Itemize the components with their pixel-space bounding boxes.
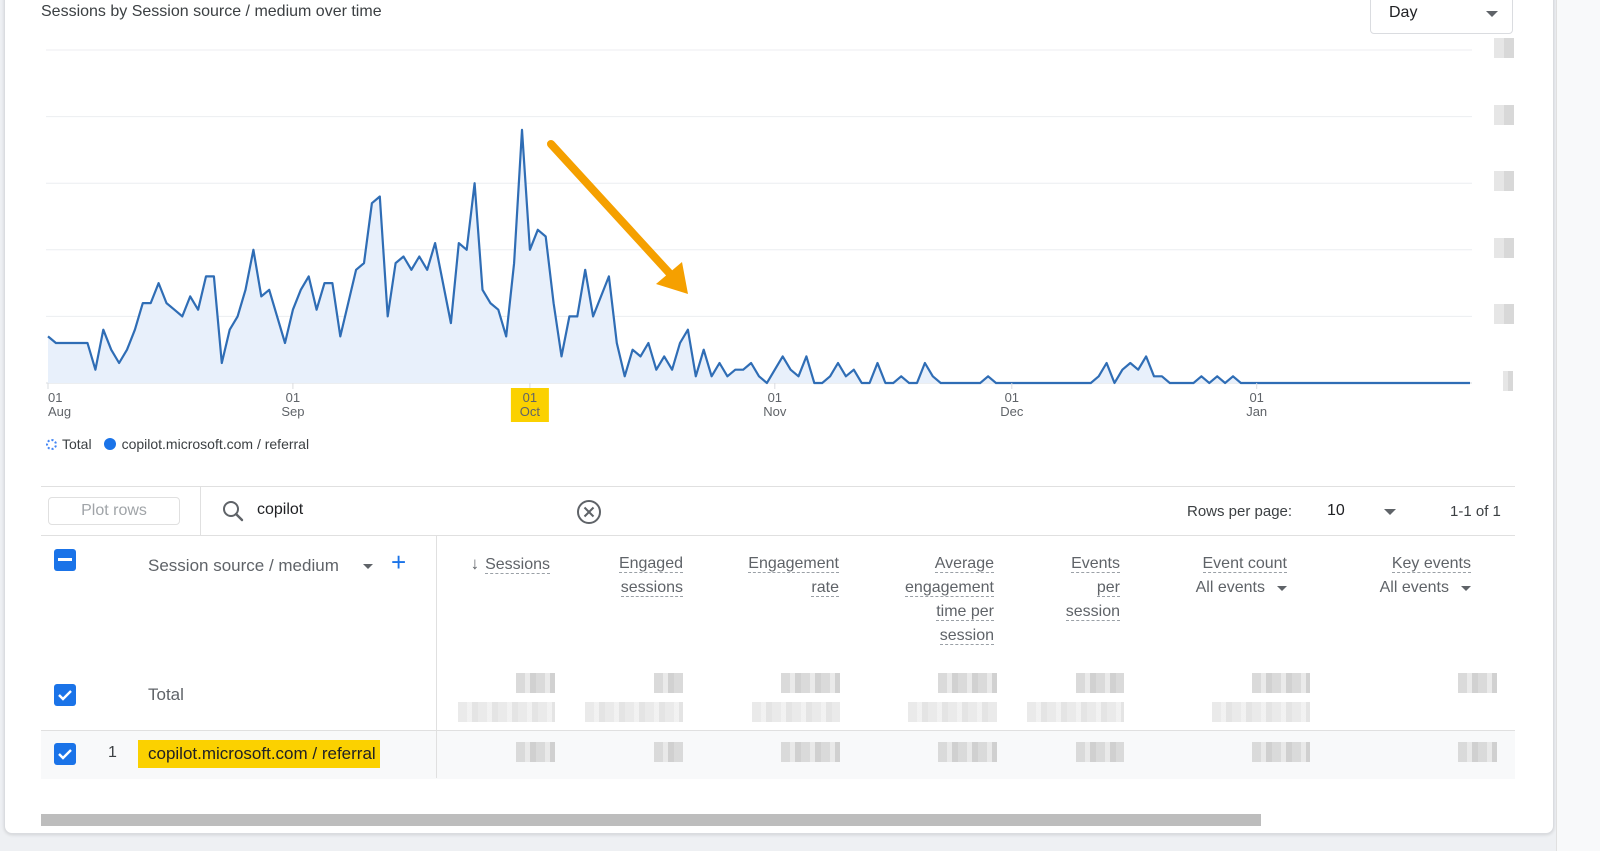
total-subvalue-redacted [908,702,997,722]
total-subvalue-redacted [1027,702,1124,722]
row-value-redacted [1252,742,1310,762]
row-value-redacted [1076,742,1124,762]
y-axis-label-redacted [1503,371,1513,391]
x-tick-month-label: Oct [520,404,541,419]
series-area-fill [48,129,1470,383]
rows-per-page-label: Rows per page: [1187,503,1293,520]
sessions-line-chart: 01Aug01Sep01Oct01Nov01Dec01Jan [46,49,1472,422]
total-value-redacted [938,673,997,693]
plot-rows-button[interactable]: Plot rows [48,497,180,525]
column-header-avg-engagement-time[interactable]: Average engagement time per session [905,552,994,648]
rows-per-page-chevron-icon[interactable] [1384,509,1396,515]
check-icon [58,690,72,701]
x-tick-day-label: 01 [523,390,537,405]
select-all-checkbox[interactable] [54,549,76,571]
row-value-redacted [654,742,683,762]
column-header-sessions[interactable]: ↓ Sessions [471,552,550,577]
column-header-events-per-session[interactable]: Events per session [1065,552,1120,624]
row-value-redacted [938,742,997,762]
y-axis-label-redacted [1494,104,1514,125]
horizontal-scrollbar[interactable] [41,814,1261,826]
chevron-down-icon [1461,585,1471,591]
column-header-engaged-sessions[interactable]: Engaged sessions [618,552,683,600]
legend-series-label: copilot.microsoft.com / referral [121,436,310,452]
check-icon [58,749,72,760]
legend-total-label: Total [62,436,92,452]
search-icon [223,501,244,522]
total-value-redacted [516,673,555,693]
total-row-checkbox[interactable] [54,684,76,706]
column-header-event-count[interactable]: Event count All events [1196,552,1287,600]
total-subvalue-redacted [585,702,683,722]
legend-total-marker-icon[interactable] [46,438,57,450]
event-count-filter-select[interactable]: All events [1196,576,1287,600]
legend-series-marker-icon[interactable] [103,438,116,450]
x-tick-month-label: Jan [1246,404,1267,419]
x-tick-month-label: Sep [281,404,304,419]
row-index: 1 [108,744,117,761]
row-value-redacted [516,742,555,762]
total-row-label: Total [148,685,184,704]
dimension-column-divider [436,535,437,778]
pagination-status: 1-1 of 1 [1450,503,1501,520]
total-value-redacted [1076,673,1124,693]
toolbar-divider [200,487,201,535]
x-tick-day-label: 01 [1005,390,1019,405]
total-subvalue-redacted [458,702,555,722]
y-axis-label-redacted [1494,237,1514,258]
sort-down-arrow-icon[interactable]: ↓ [471,554,480,573]
search-input[interactable]: copilot [257,501,303,519]
total-subvalue-redacted [1212,702,1310,722]
clear-search-icon[interactable] [576,499,602,525]
y-axis-label-redacted [1494,304,1514,325]
column-header-engagement-rate[interactable]: Engagement rate [748,552,839,600]
rows-per-page-select[interactable]: 10 [1327,502,1345,520]
key-events-filter-select[interactable]: All events [1380,576,1471,600]
add-dimension-plus-icon[interactable]: + [391,549,406,575]
row-dimension-value[interactable]: copilot.microsoft.com / referral [138,740,380,768]
row-value-redacted [1458,742,1497,762]
dimension-chevron-icon[interactable] [363,564,373,569]
table-toolbar: Plot rows copilot Rows per page: 10 1-1 … [41,486,1515,536]
total-subvalue-redacted [752,702,840,722]
y-axis-label-redacted [1494,38,1514,58]
total-value-redacted [1458,673,1497,693]
total-value-redacted [654,673,683,693]
chevron-down-icon [1277,585,1287,591]
total-value-redacted [781,673,840,693]
x-tick-month-label: Dec [1000,404,1024,419]
x-tick-day-label: 01 [286,390,300,405]
x-tick-month-label: Aug [48,404,71,419]
row-value-redacted [781,742,840,762]
x-tick-month-label: Nov [763,404,787,419]
dimension-header[interactable]: Session source / medium [148,556,339,576]
x-tick-day-label: 01 [48,390,62,405]
x-tick-day-label: 01 [1249,390,1263,405]
trend-arrow-annotation [547,140,688,294]
data-table: Session source / medium + ↓ Sessions Enga… [41,535,1515,779]
x-tick-day-label: 01 [768,390,782,405]
chart-legend: Total copilot.microsoft.com / referral [46,436,309,452]
total-value-redacted [1252,673,1310,693]
row-checkbox[interactable] [54,743,76,765]
y-axis-label-redacted [1494,171,1514,192]
column-header-key-events[interactable]: Key events All events [1380,552,1471,600]
